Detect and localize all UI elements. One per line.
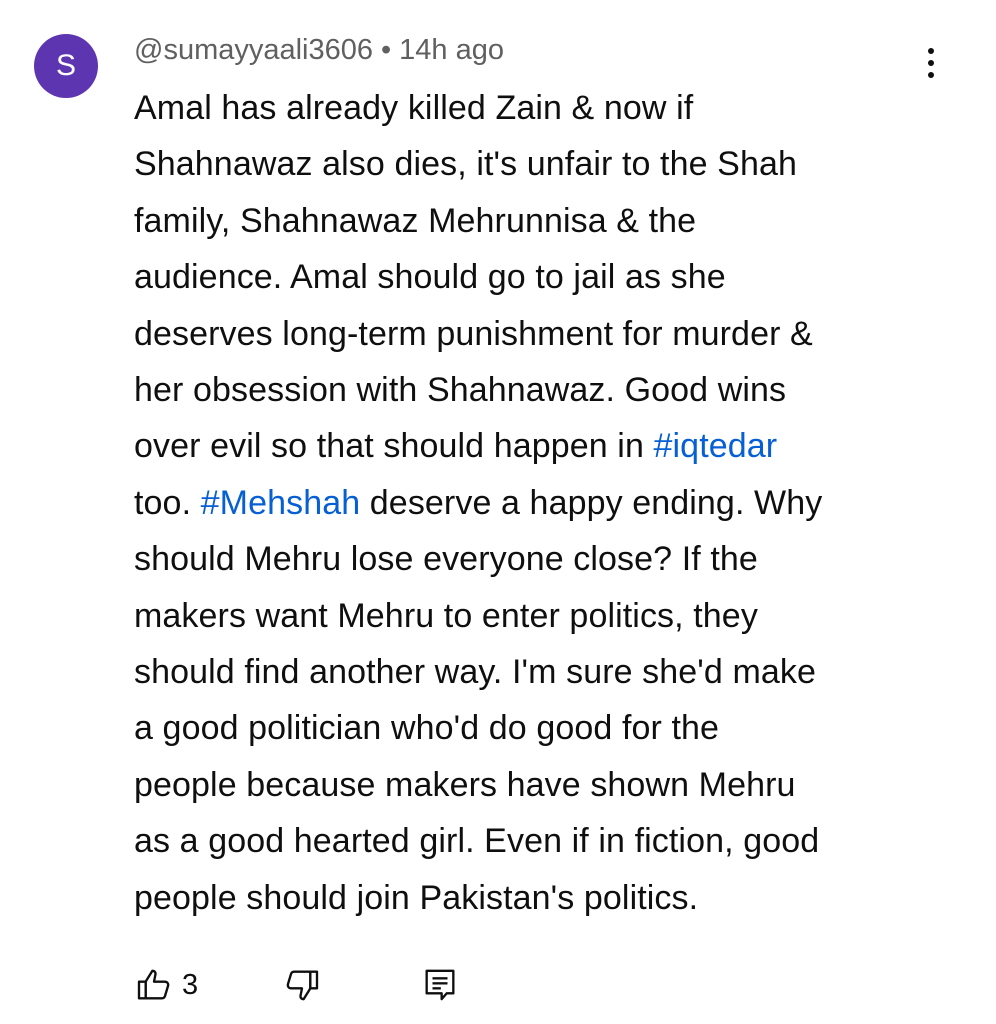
comment-line: deserves long-term punishment for murder…: [134, 306, 964, 362]
comment-line: should Mehru lose everyone close? If the: [134, 531, 964, 587]
comment-header: @sumayyaali3606 • 14h ago: [134, 34, 504, 67]
author-handle[interactable]: @sumayyaali3606: [134, 34, 373, 66]
comment-line: as a good hearted girl. Even if in ficti…: [134, 813, 964, 869]
hashtag-link[interactable]: #Mehshah: [201, 484, 361, 522]
comment-text-segment: should find another way. I'm sure she'd …: [134, 653, 816, 692]
comment-text-segment: deserves long-term punishment for murder…: [134, 314, 813, 353]
comment-text-segment: makers want Mehru to enter politics, the…: [134, 596, 758, 635]
like-count: 3: [182, 968, 199, 1001]
comment-text-segment: Amal has already killed Zain & now if: [134, 89, 694, 127]
comment-text-segment: should Mehru lose everyone close? If the: [134, 540, 758, 579]
comment-text-segment: a good politician who'd do good for the: [134, 709, 720, 748]
meta-separator: •: [381, 34, 392, 66]
comment-line: a good politician who'd do good for the: [134, 700, 964, 756]
comment-text: Amal has already killed Zain & now if Sha…: [134, 80, 964, 926]
comment-text-segment: people because makers have shown Mehru: [134, 765, 796, 804]
comment-line: Amal has already killed Zain & now if: [134, 80, 964, 136]
comment-line: Shahnawaz also dies, it's unfair to the …: [134, 136, 964, 192]
comment-time[interactable]: 14h ago: [399, 34, 504, 66]
comment-text-segment: Shahnawaz also dies, it's unfair to the …: [134, 145, 797, 184]
vertical-dots-icon: [928, 48, 934, 78]
comment-line: makers want Mehru to enter politics, the…: [134, 588, 964, 644]
comment-line: people because makers have shown Mehru: [134, 757, 964, 813]
comment-text-segment: audience. Amal should go to jail as she: [134, 258, 726, 297]
hashtag-link[interactable]: #iqtedar: [654, 427, 778, 465]
comment-text-segment: too.: [134, 483, 201, 522]
comment-line: too. #Mehshah deserve a happy ending. Wh…: [134, 475, 964, 531]
reply-button[interactable]: [420, 965, 460, 1005]
reply-comment-icon: [420, 965, 460, 1005]
avatar-letter: S: [55, 49, 76, 82]
comment-line: audience. Amal should go to jail as she: [134, 249, 964, 305]
dislike-button[interactable]: [282, 965, 322, 1005]
thumbs-down-icon: [282, 965, 322, 1005]
comment-line: her obsession with Shahnawaz. Good wins: [134, 362, 964, 418]
comment-line: people should join Pakistan's politics.: [134, 870, 964, 926]
comment-actions: 3: [134, 962, 460, 1008]
comment-text-segment: family, Shahnawaz Mehrunnisa & the: [134, 201, 697, 240]
comment-text-segment: her obsession with Shahnawaz. Good wins: [134, 371, 787, 410]
comment-line: family, Shahnawaz Mehrunnisa & the: [134, 193, 964, 249]
comment-text-segment: deserve a happy ending. Why: [360, 483, 823, 522]
like-button[interactable]: 3: [134, 965, 198, 1005]
thumbs-up-icon: [134, 965, 174, 1005]
comment-text-segment: as a good hearted girl. Even if in ficti…: [134, 822, 820, 861]
avatar[interactable]: S: [34, 34, 98, 98]
comment-line: over evil so that should happen in #iqte…: [134, 418, 964, 474]
comment-text-segment: over evil so that should happen in: [134, 427, 654, 466]
comment-text-segment: people should join Pakistan's politics.: [134, 878, 699, 917]
comment-line: should find another way. I'm sure she'd …: [134, 644, 964, 700]
